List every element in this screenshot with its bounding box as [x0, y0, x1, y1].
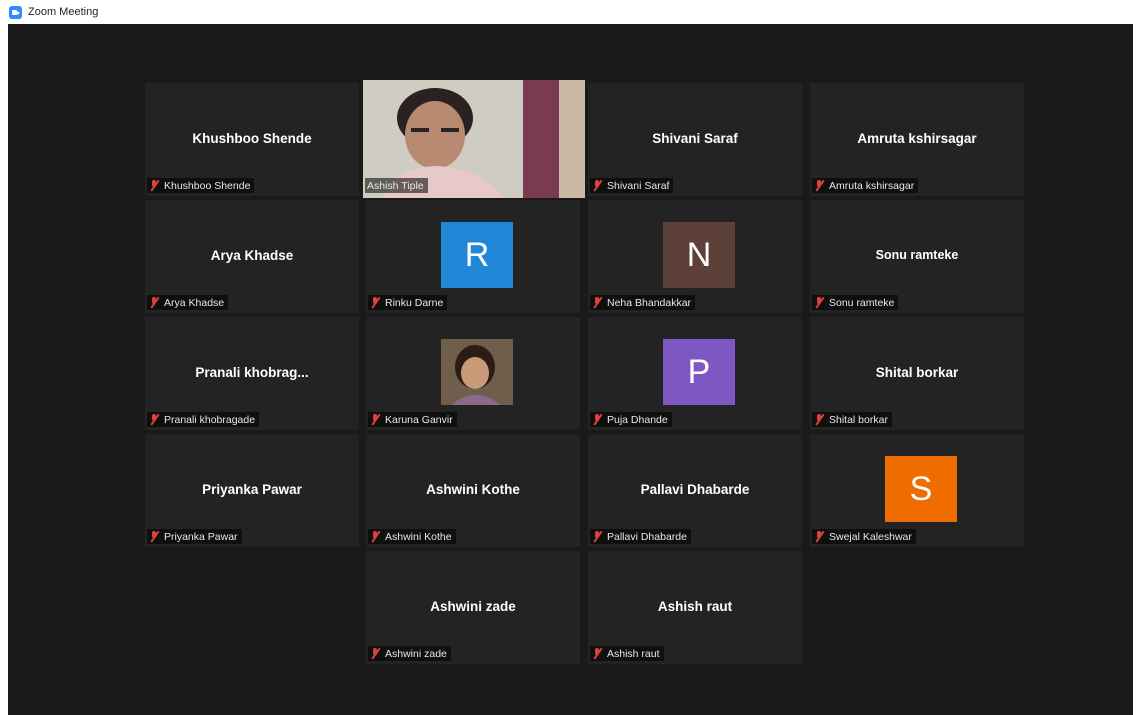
muted-mic-icon	[149, 297, 159, 308]
participant-profile-photo	[441, 339, 513, 405]
participant-tile[interactable]: Arya Khadse Arya Khadse	[145, 200, 359, 313]
participant-name-label: Karuna Ganvir	[368, 412, 457, 427]
muted-mic-icon	[149, 531, 159, 542]
participant-tile[interactable]: Ashwini Kothe Ashwini Kothe	[366, 434, 580, 547]
participant-name-label: Shivani Saraf	[590, 178, 674, 193]
muted-mic-icon	[149, 414, 159, 425]
gallery-view: Khushboo Shende Khushboo Shende Ashish T…	[8, 24, 1133, 715]
participant-name-label: Ashwini zade	[368, 646, 451, 661]
muted-mic-icon	[149, 180, 159, 191]
participant-tile[interactable]: Ashwini zade Ashwini zade	[366, 551, 580, 664]
participant-name-label: Sonu ramteke	[812, 295, 899, 310]
participant-name-label: Neha Bhandakkar	[590, 295, 696, 310]
participant-tile[interactable]: Shivani Saraf Shivani Saraf	[588, 83, 802, 196]
participant-avatar: P	[663, 339, 735, 405]
participant-display-name: Sonu ramteke	[875, 248, 959, 262]
participant-display-name: Ashwini zade	[430, 599, 516, 614]
participant-name-label: Amruta kshirsagar	[812, 178, 919, 193]
participant-avatar: R	[441, 222, 513, 288]
participant-display-name: Amruta kshirsagar	[857, 131, 977, 146]
muted-mic-icon	[814, 297, 824, 308]
participant-tile[interactable]: Karuna Ganvir	[366, 317, 580, 430]
participant-tile[interactable]: Pranali khobrag... Pranali khobragade	[145, 317, 359, 430]
participant-name-label: Puja Dhande	[590, 412, 672, 427]
participant-display-name: Shivani Saraf	[652, 131, 738, 146]
muted-mic-icon	[814, 531, 824, 542]
participant-tile[interactable]: R Rinku Darne	[366, 200, 580, 313]
profile-photo-image	[441, 339, 513, 405]
participant-tile[interactable]: Pallavi Dhabarde Pallavi Dhabarde	[588, 434, 802, 547]
participant-name-label: Pallavi Dhabarde	[590, 529, 691, 544]
participant-tile[interactable]: N Neha Bhandakkar	[588, 200, 802, 313]
participant-tile[interactable]: Shital borkar Shital borkar	[810, 317, 1024, 430]
participant-display-name: Ashish raut	[657, 599, 733, 614]
muted-mic-icon	[592, 414, 602, 425]
participant-tile[interactable]: Sonu ramteke Sonu ramteke	[810, 200, 1024, 313]
muted-mic-icon	[592, 297, 602, 308]
muted-mic-icon	[370, 297, 380, 308]
participant-name-label: Priyanka Pawar	[147, 529, 242, 544]
participant-tile[interactable]: S Swejal Kaleshwar	[810, 434, 1024, 547]
muted-mic-icon	[370, 531, 380, 542]
participant-avatar: S	[885, 456, 957, 522]
participant-tile[interactable]: P Puja Dhande	[588, 317, 802, 430]
participant-name-label: Ashish raut	[590, 646, 664, 661]
participant-name-label: Pranali khobragade	[147, 412, 260, 427]
muted-mic-icon	[370, 648, 380, 659]
participant-name-label: Ashwini Kothe	[368, 529, 456, 544]
participant-display-name: Shital borkar	[875, 365, 959, 380]
muted-mic-icon	[814, 414, 824, 425]
zoom-app-icon	[9, 5, 22, 19]
participant-tile[interactable]: Amruta kshirsagar Amruta kshirsagar	[810, 83, 1024, 196]
participant-display-name: Pranali khobrag...	[195, 365, 309, 380]
participant-name-label: Arya Khadse	[147, 295, 229, 310]
participant-name-label: Ashish Tiple	[365, 178, 428, 193]
participant-name-label: Khushboo Shende	[147, 178, 255, 193]
participant-tile[interactable]: Ashish raut Ashish raut	[588, 551, 802, 664]
muted-mic-icon	[592, 648, 602, 659]
muted-mic-icon	[814, 180, 824, 191]
muted-mic-icon	[370, 414, 380, 425]
participant-display-name: Priyanka Pawar	[202, 482, 302, 497]
participant-display-name: Khushboo Shende	[192, 131, 312, 146]
participant-display-name: Arya Khadse	[210, 248, 294, 263]
title-bar: Zoom Meeting	[0, 0, 1139, 24]
participant-tile[interactable]: Priyanka Pawar Priyanka Pawar	[145, 434, 359, 547]
participant-tile[interactable]: Khushboo Shende Khushboo Shende	[145, 83, 359, 196]
participant-avatar: N	[663, 222, 735, 288]
participant-name-label: Rinku Darne	[368, 295, 448, 310]
window-title: Zoom Meeting	[28, 6, 99, 18]
muted-mic-icon	[592, 180, 602, 191]
participant-name-label: Swejal Kaleshwar	[812, 529, 916, 544]
participant-name-label: Shital borkar	[812, 412, 892, 427]
participant-tile-active-speaker[interactable]: Ashish Tiple	[363, 80, 585, 198]
participant-display-name: Ashwini Kothe	[426, 482, 520, 497]
muted-mic-icon	[592, 531, 602, 542]
participant-display-name: Pallavi Dhabarde	[640, 482, 750, 497]
